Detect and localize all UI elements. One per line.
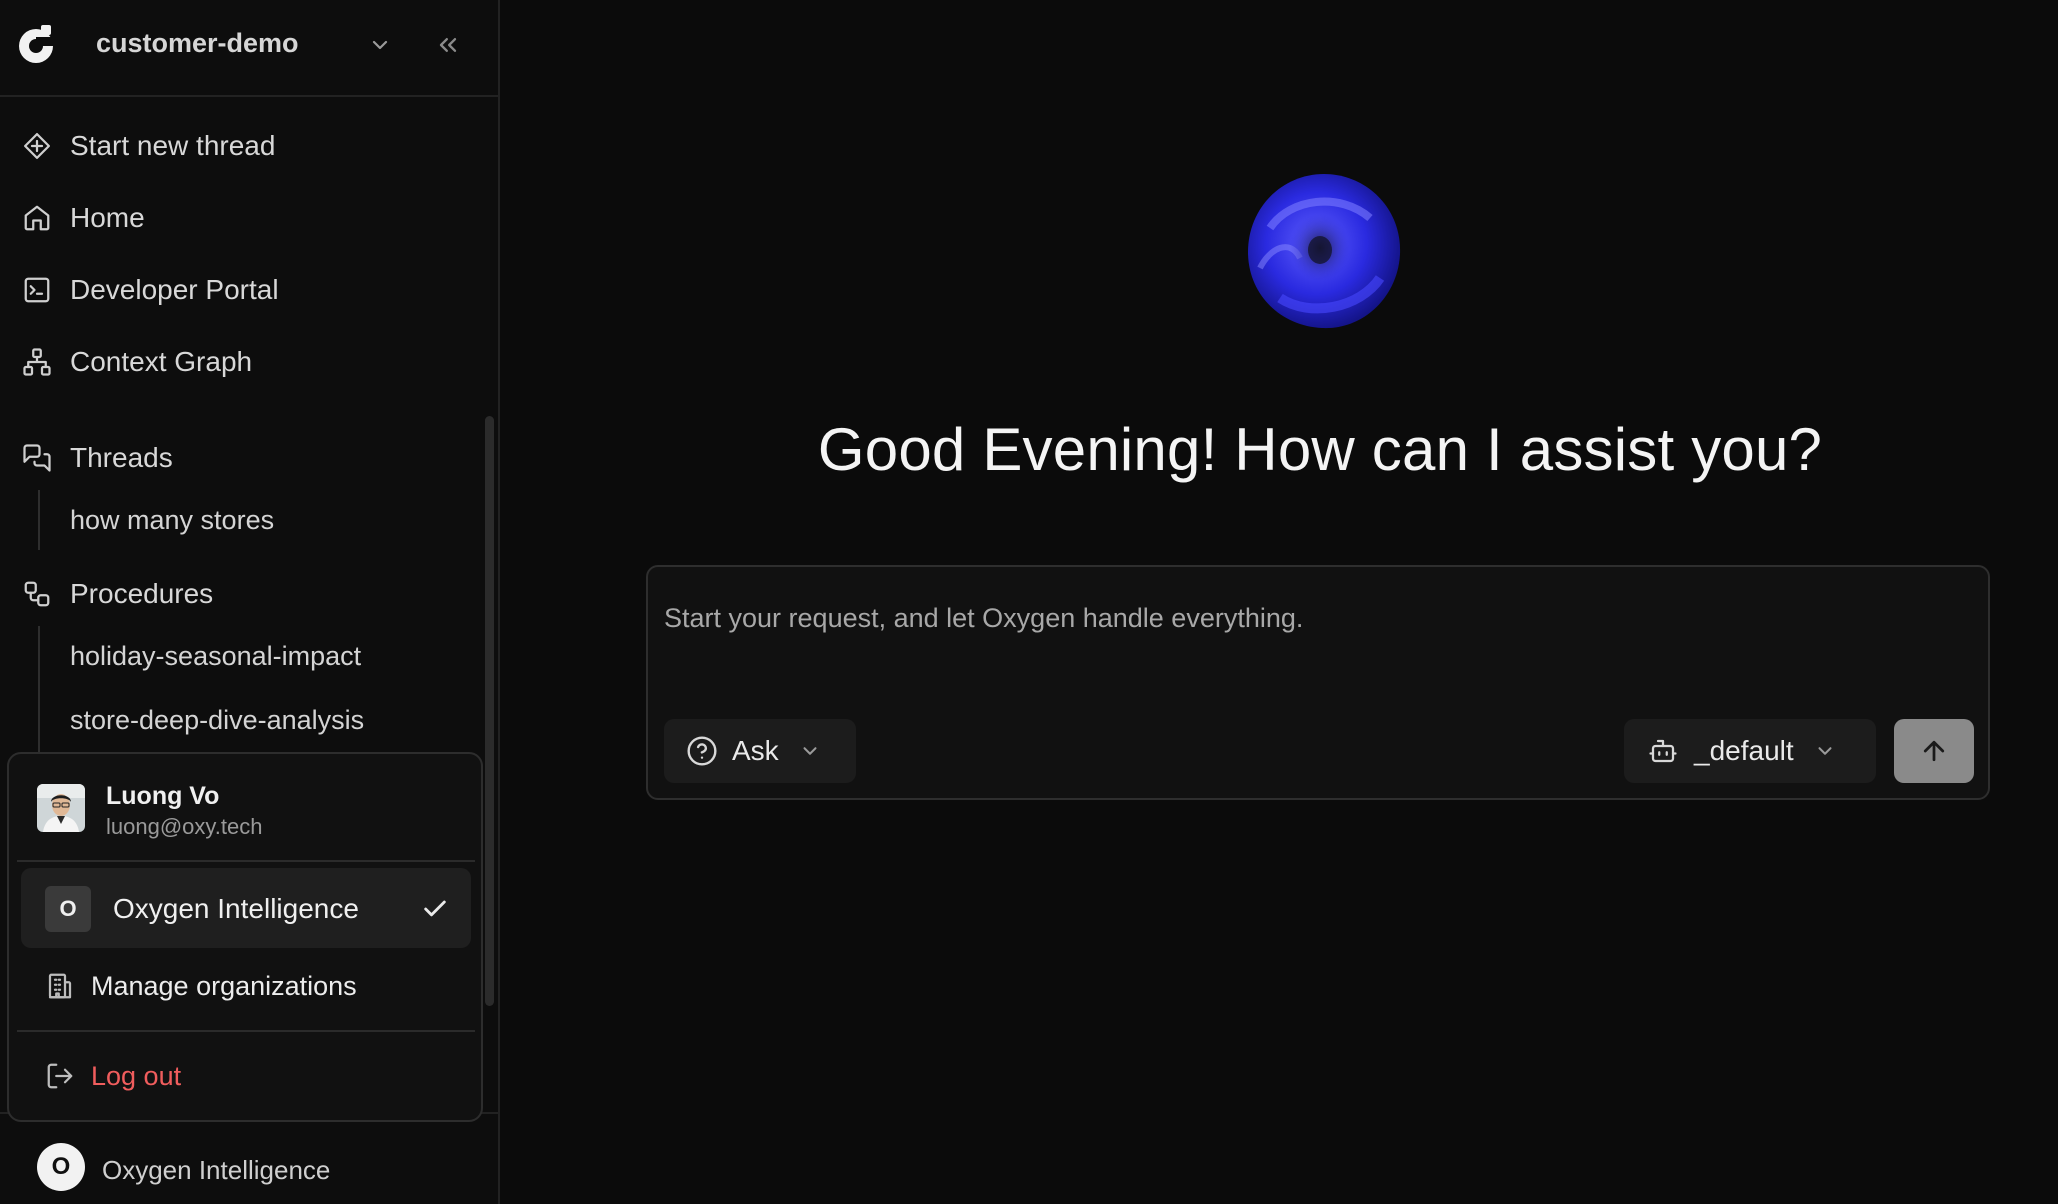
start-new-thread-button[interactable]: Start new thread [22,124,275,168]
org-option-selected[interactable]: O Oxygen Intelligence [21,868,471,948]
oxygen-orb-image [1248,174,1401,329]
org-initial-badge: O [45,886,91,932]
mode-label: Ask [732,735,779,766]
workspace-name[interactable]: customer-demo [96,28,299,59]
manage-organizations-button[interactable]: Manage organizations [45,966,357,1006]
chevron-down-icon [1818,747,1832,755]
agent-label: _default [1694,735,1794,766]
user-name: Luong Vo [106,782,220,810]
footer-org-name[interactable]: Oxygen Intelligence [102,1155,330,1186]
org-option-label: Oxygen Intelligence [113,893,359,924]
thread-item[interactable]: how many stores [70,505,274,536]
nav-item-developer-portal[interactable]: Developer Portal [22,268,279,312]
agent-select-button[interactable]: _default [1624,719,1876,783]
log-out-label: Log out [91,1060,182,1091]
request-input[interactable] [664,593,1964,643]
home-label: Home [70,202,145,233]
procedure-item[interactable]: holiday-seasonal-impact [70,641,361,672]
bot-icon [1649,739,1677,763]
log-out-icon [47,1063,73,1089]
log-out-button[interactable]: Log out [45,1056,181,1096]
menu-divider [17,860,475,862]
threads-label: Threads [70,442,173,473]
user-email: luong@oxy.tech [106,814,263,839]
tree-line [38,490,40,550]
messages-icon [23,444,51,472]
org-avatar[interactable]: O [37,1143,85,1191]
network-icon [23,348,51,376]
help-circle-icon [687,736,717,766]
procedure-item[interactable]: store-deep-dive-analysis [70,705,364,736]
greeting-heading: Good Evening! How can I assist you? [817,416,1823,483]
send-button[interactable] [1894,719,1974,783]
workflow-icon [24,581,50,607]
procedures-label: Procedures [70,578,214,609]
mode-select-button[interactable]: Ask [664,719,856,783]
developer-portal-label: Developer Portal [70,274,279,305]
collapse-sidebar-icon[interactable] [434,31,462,59]
nav-item-procedures[interactable]: Procedures [22,572,213,616]
check-icon [424,900,446,917]
composer-box: Ask _default [646,565,1990,800]
user-menu-popup: Luong Vo luong@oxy.tech O Oxygen Intelli… [7,752,483,1122]
manage-organizations-label: Manage organizations [91,970,357,1001]
diamond-plus-icon [24,133,50,159]
context-graph-label: Context Graph [70,346,253,377]
sidebar-header: customer-demo [0,0,498,97]
tree-line [38,626,40,756]
building-icon [48,973,72,999]
app-window: customer-demo Start new thread Home Deve… [0,0,2058,1204]
home-icon [24,205,50,231]
nav-item-home[interactable]: Home [22,196,145,240]
user-photo-image [37,784,85,832]
sidebar-scrollbar[interactable] [485,416,494,1006]
chevron-down-icon[interactable] [368,33,392,57]
main-panel: Good Evening! How can I assist you? Ask … [500,0,2058,1204]
arrow-up-icon [1923,740,1945,762]
nav-item-context-graph[interactable]: Context Graph [22,340,252,384]
sidebar: customer-demo Start new thread Home Deve… [0,0,500,1204]
oxygen-logo-icon[interactable] [17,23,59,65]
terminal-square-icon [24,277,50,303]
user-avatar [37,784,85,832]
start-new-thread-label: Start new thread [70,130,276,161]
chevron-down-icon [803,747,817,755]
nav-item-threads[interactable]: Threads [22,436,173,480]
menu-divider [17,1030,475,1032]
